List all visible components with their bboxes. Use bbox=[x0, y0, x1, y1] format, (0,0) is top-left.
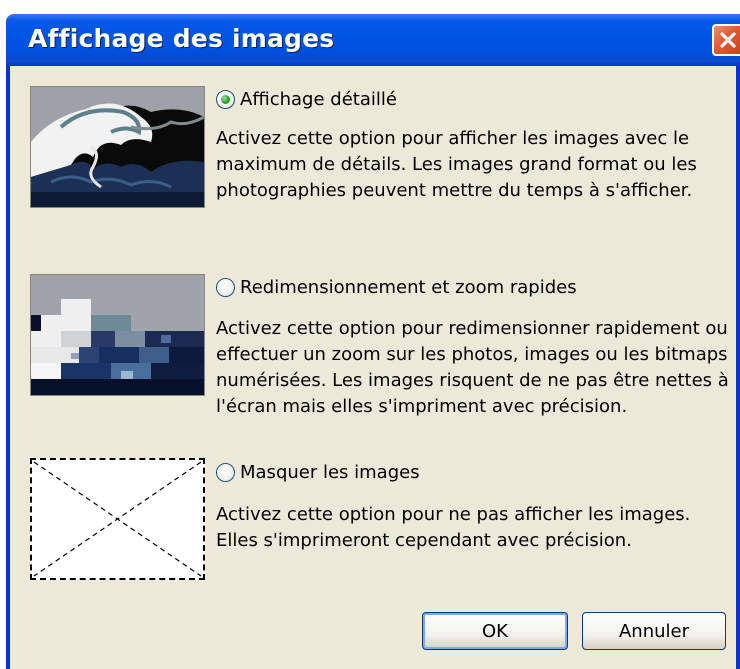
radio-selected-dot bbox=[221, 95, 230, 104]
dialog-title: Affichage des images bbox=[28, 24, 335, 53]
option-detailed-description: Activez cette option pour afficher les i… bbox=[216, 128, 697, 201]
detailed-preview-image bbox=[30, 86, 205, 208]
option-hide-images[interactable]: Masquer les images bbox=[216, 462, 420, 483]
option-hide-images-description: Activez cette option pour ne pas affiche… bbox=[216, 504, 691, 551]
radio-hide-images[interactable] bbox=[216, 463, 235, 482]
option-fast-zoom-description: Activez cette option pour redimensionner… bbox=[216, 318, 729, 417]
hidden-image-placeholder bbox=[30, 458, 205, 580]
title-bar[interactable]: Affichage des images bbox=[6, 14, 740, 66]
ok-button[interactable]: OK bbox=[422, 612, 568, 650]
close-button[interactable] bbox=[712, 24, 740, 56]
option-fast-zoom[interactable]: Redimensionnement et zoom rapides bbox=[216, 277, 577, 298]
dialog-window: Affichage des images Affichage détaillé … bbox=[6, 14, 740, 669]
option-detailed[interactable]: Affichage détaillé bbox=[216, 89, 397, 110]
option-fast-zoom-label: Redimensionnement et zoom rapides bbox=[240, 277, 577, 298]
option-hide-images-label: Masquer les images bbox=[240, 462, 420, 483]
option-detailed-label: Affichage détaillé bbox=[240, 89, 397, 110]
radio-detailed[interactable] bbox=[216, 90, 235, 109]
radio-fast-zoom[interactable] bbox=[216, 278, 235, 297]
cancel-button[interactable]: Annuler bbox=[582, 612, 726, 650]
pixelated-preview-image bbox=[30, 274, 205, 396]
close-icon bbox=[719, 31, 737, 49]
